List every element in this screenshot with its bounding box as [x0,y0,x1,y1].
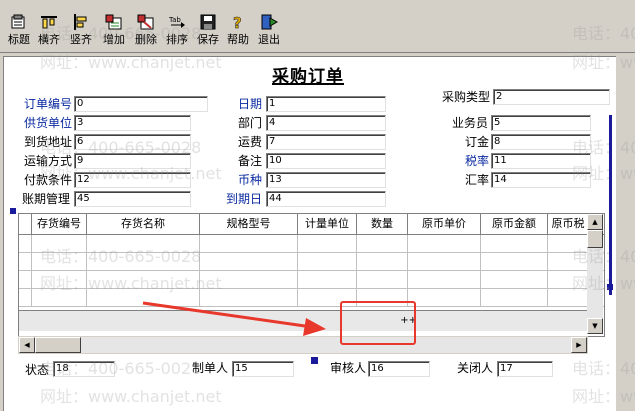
watermark-site: 网址：www.chanjet.net [40,274,222,293]
help-button[interactable]: ? 帮助 [223,12,253,50]
title-button[interactable]: 标题 [4,12,34,50]
title-button-label: 标题 [8,33,30,46]
scroll-up-button[interactable]: ▲ [587,214,603,230]
freight-field[interactable]: 7 [266,134,386,150]
purchase-type-field[interactable]: 2 [493,89,610,105]
account-period-label: 账期管理 [22,192,71,206]
horizontal-scrollbar[interactable]: ◀ ▶ [18,336,588,354]
save-icon [199,14,217,30]
resize-handle-left[interactable] [10,208,16,214]
currency-field[interactable]: 13 [266,172,386,188]
highlight-box [340,301,416,345]
order-no-label: 订单编号 [24,97,73,111]
reviewer-field[interactable]: 16 [368,361,430,377]
exchange-rate-label: 汇率 [465,173,490,187]
column-header[interactable]: 存货编号 [32,214,87,234]
closer-label: 关闭人 [457,361,494,375]
column-header[interactable]: 原币税 [548,214,588,234]
watermark-phone: 电话：400-665-0028 [572,359,635,378]
watermark-site: 网址：www.chanjet.net [572,53,635,72]
supplier-field[interactable]: 3 [74,115,191,131]
creator-field[interactable]: 15 [232,361,294,377]
page-title: 采购订单 [272,67,344,87]
freight-label: 运费 [238,135,263,149]
svg-text:?: ? [233,14,242,30]
footer-handle[interactable] [311,357,318,364]
salesman-field[interactable]: 5 [491,115,591,131]
watermark-phone: 电话：400-665-0028 [572,24,635,43]
order-no-field[interactable]: 0 [74,96,208,112]
watermark-phone: 电话：400-665-0028 [40,24,202,43]
remark-label: 备注 [238,154,263,168]
summary-row: ++ [19,310,587,331]
date-label: 日期 [238,97,263,111]
currency-label: 币种 [238,173,263,187]
column-header[interactable]: 计量单位 [298,214,357,234]
due-date-label: 到期日 [226,192,263,206]
watermark-site: 网址：www.chanjet.net [40,53,222,72]
watermark-site: 网址：www.chanjet.net [572,164,635,183]
help-icon: ? [229,14,247,33]
table-header: 存货编号 存货名称 规格型号 计量单位 数量 原币单价 原币金额 原币税 [19,214,604,235]
exit-button[interactable]: 退出 [254,12,284,50]
column-header[interactable]: 规格型号 [200,214,298,234]
deposit-label: 订金 [465,135,490,149]
reviewer-label: 审核人 [330,361,367,375]
watermark-site: 网址：www.chanjet.net [40,387,222,406]
tax-rate-label: 税率 [465,154,490,168]
column-header[interactable]: 原币单价 [408,214,481,234]
title-icon [10,14,28,30]
scroll-down-button[interactable]: ▼ [587,318,603,334]
column-header[interactable]: 数量 [357,214,408,234]
watermark-phone: 电话：400-665-0028 [40,138,202,157]
column-header[interactable]: 原币金额 [481,214,548,234]
closer-field[interactable]: 17 [497,361,553,377]
scroll-left-button[interactable]: ◀ [19,337,35,353]
scroll-thumb-horizontal[interactable] [35,337,81,353]
watermark-phone: 电话：400-665-0028 [40,247,202,266]
department-field[interactable]: 4 [266,115,386,131]
supplier-label: 供货单位 [24,116,73,130]
watermark-site: 网址：www.chanjet.net [572,274,635,293]
exit-icon [260,14,279,30]
remark-field[interactable]: 10 [266,153,386,169]
department-label: 部门 [238,116,263,130]
scroll-right-button[interactable]: ▶ [571,337,587,353]
watermark-site: 网址：www.chanjet.net [572,387,635,406]
account-period-field[interactable]: 45 [74,191,191,207]
watermark-site: 网址：www.chanjet.net [40,164,222,183]
date-field[interactable]: 1 [266,96,386,112]
due-date-field[interactable]: 44 [266,191,386,207]
purchase-type-label: 采购类型 [442,90,491,104]
watermark-phone: 电话：400-665-0028 [40,359,202,378]
row-selector-header [19,214,32,234]
column-header[interactable]: 存货名称 [87,214,200,234]
help-label: 帮助 [227,33,249,46]
watermark-phone: 电话：400-665-0028 [572,138,635,157]
exit-label: 退出 [258,33,280,46]
watermark-phone: 电话：400-665-0028 [572,247,635,266]
salesman-label: 业务员 [452,116,489,130]
